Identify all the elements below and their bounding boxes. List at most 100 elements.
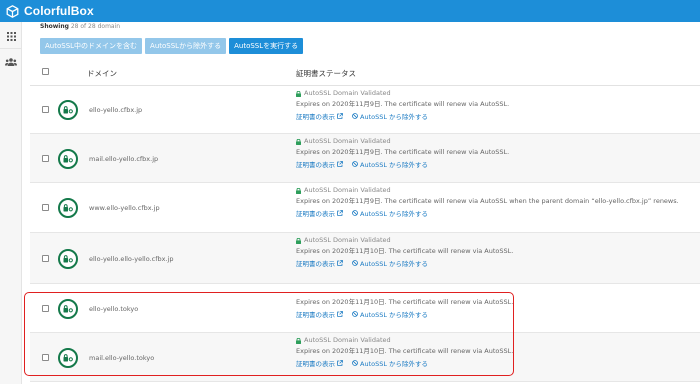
ban-icon xyxy=(352,259,358,266)
table-row: www.ello-yello.cfbx.jp AutoSSL Domain Val… xyxy=(30,183,700,233)
domain-name: www.ello-yello.cfbx.jp xyxy=(89,204,160,212)
row-checkbox[interactable] xyxy=(42,305,49,312)
exclude-autossl-link[interactable]: AutoSSL から除外する xyxy=(352,358,428,368)
exclude-autossl-link[interactable]: AutoSSL から除外する xyxy=(352,309,428,319)
status-text: AutoSSL Domain Validated xyxy=(304,89,391,97)
status-validated: AutoSSL Domain Validated xyxy=(296,136,700,147)
expiry-text: Expires on 2020年11月10日. The certificate … xyxy=(296,247,514,255)
domain-name: ello-yello.ello-yello.cfbx.jp xyxy=(89,255,174,263)
status-validated: AutoSSL Domain Validated xyxy=(296,235,700,246)
ban-icon xyxy=(352,310,358,317)
domain-name: ello-yello.tokyo xyxy=(89,305,139,313)
sidebar-divider xyxy=(0,48,22,49)
table-row: mail.ello-yello.tokyo AutoSSL Domain Vali… xyxy=(30,333,700,382)
status-validated: AutoSSL Domain Validated xyxy=(296,88,700,99)
status-text: AutoSSL Domain Validated xyxy=(304,137,391,145)
select-all-checkbox[interactable] xyxy=(42,68,49,75)
exclude-autossl-label: AutoSSL から除外する xyxy=(360,112,429,121)
cube-icon xyxy=(6,4,19,18)
exclude-autossl-link[interactable]: AutoSSL から除外する xyxy=(352,258,428,268)
padlock-icon xyxy=(296,90,301,97)
row-actions: 証明書の表示 AutoSSL から除外する xyxy=(296,357,700,368)
external-link-icon xyxy=(337,160,343,167)
exclude-autossl-link[interactable]: AutoSSL から除外する xyxy=(352,159,428,169)
padlock-icon xyxy=(296,187,301,194)
row-checkbox[interactable] xyxy=(42,106,49,113)
domain-name: ello-yello.cfbx.jp xyxy=(89,106,143,114)
row-checkbox[interactable] xyxy=(42,255,49,262)
run-autossl-button[interactable]: AutoSSLを実行する xyxy=(229,38,304,54)
table-row: ello-yello.tokyo Expires on 2020年11月10日. … xyxy=(30,284,700,333)
exclude-autossl-label: AutoSSL から除外する xyxy=(360,259,429,268)
ssl-status-icon xyxy=(58,299,78,319)
row-actions: 証明書の表示 AutoSSL から除外する xyxy=(296,207,700,218)
row-checkbox[interactable] xyxy=(42,354,49,361)
expiry-text: Expires on 2020年11月10日. The certificate … xyxy=(296,298,514,306)
exclude-autossl-link[interactable]: AutoSSL から除外する xyxy=(352,208,428,218)
ban-icon xyxy=(352,209,358,216)
include-autossl-button[interactable]: AutoSSL中のドメインを含む xyxy=(40,38,143,54)
exclude-autossl-link[interactable]: AutoSSL から除外する xyxy=(352,111,428,121)
view-certificate-label: 証明書の表示 xyxy=(296,310,335,319)
row-actions: 証明書の表示 AutoSSL から除外する xyxy=(296,257,700,268)
padlock-icon xyxy=(296,337,301,344)
view-certificate-link[interactable]: 証明書の表示 xyxy=(296,258,344,268)
column-header-domain: ドメイン xyxy=(87,69,117,78)
apps-grid-icon xyxy=(6,31,16,41)
view-certificate-link[interactable]: 証明書の表示 xyxy=(296,111,344,121)
view-certificate-link[interactable]: 証明書の表示 xyxy=(296,208,344,218)
sidebar-item-apps[interactable] xyxy=(3,28,19,44)
ssl-status-icon xyxy=(58,249,78,269)
showing-text: 28 of 28 domain xyxy=(70,23,121,30)
view-certificate-label: 証明書の表示 xyxy=(296,112,335,121)
expiry-text: Expires on 2020年11月9日. The certificate w… xyxy=(296,197,679,205)
domain-name: mail.ello-yello.tokyo xyxy=(89,354,155,362)
lock-icon xyxy=(63,155,73,163)
table-header: ドメイン 証明書ステータス xyxy=(30,58,700,86)
certificate-status: AutoSSL Domain Validated Expires on 2020年… xyxy=(296,335,700,368)
padlock-icon xyxy=(296,237,301,244)
lock-icon xyxy=(63,106,73,114)
view-certificate-label: 証明書の表示 xyxy=(296,259,335,268)
row-actions: 証明書の表示 AutoSSL から除外する xyxy=(296,158,700,169)
view-certificate-link[interactable]: 証明書の表示 xyxy=(296,309,344,319)
users-icon xyxy=(5,58,17,66)
external-link-icon xyxy=(337,259,343,266)
ban-icon xyxy=(352,359,358,366)
view-certificate-label: 証明書の表示 xyxy=(296,160,335,169)
external-link-icon xyxy=(337,209,343,216)
top-bar: ColorfulBox xyxy=(0,0,700,22)
external-link-icon xyxy=(337,310,343,317)
ssl-status-icon xyxy=(58,348,78,368)
external-link-icon xyxy=(337,112,343,119)
exclude-autossl-label: AutoSSL から除外する xyxy=(360,359,429,368)
app-title: ColorfulBox xyxy=(24,4,94,18)
showing-count: Showing 28 of 28 domain xyxy=(40,23,120,30)
padlock-icon xyxy=(296,138,301,145)
row-checkbox[interactable] xyxy=(42,204,49,211)
brand[interactable]: ColorfulBox xyxy=(6,3,94,19)
lock-icon xyxy=(63,255,73,263)
ban-icon xyxy=(352,160,358,167)
ban-icon xyxy=(352,112,358,119)
status-text: AutoSSL Domain Validated xyxy=(304,186,391,194)
sidebar-item-users[interactable] xyxy=(3,54,19,70)
view-certificate-link[interactable]: 証明書の表示 xyxy=(296,159,344,169)
ssl-status-icon xyxy=(58,149,78,169)
certificate-status: AutoSSL Domain Validated Expires on 2020年… xyxy=(296,88,700,121)
row-checkbox[interactable] xyxy=(42,155,49,162)
view-certificate-label: 証明書の表示 xyxy=(296,359,335,368)
view-certificate-link[interactable]: 証明書の表示 xyxy=(296,358,344,368)
exclude-autossl-label: AutoSSL から除外する xyxy=(360,160,429,169)
domain-name: mail.ello-yello.cfbx.jp xyxy=(89,155,159,163)
table-row: ello-yello.cfbx.jp AutoSSL Domain Validat… xyxy=(30,86,700,134)
lock-icon xyxy=(63,204,73,212)
ssl-status-icon xyxy=(58,198,78,218)
lock-icon xyxy=(63,354,73,362)
action-bar: AutoSSL中のドメインを含む AutoSSLから除外する AutoSSLを実… xyxy=(40,38,304,54)
expiry-text: Expires on 2020年11月9日. The certificate w… xyxy=(296,100,510,108)
exclude-autossl-button[interactable]: AutoSSLから除外する xyxy=(145,38,227,54)
sidebar xyxy=(0,22,22,384)
external-link-icon xyxy=(337,359,343,366)
status-validated: AutoSSL Domain Validated xyxy=(296,335,700,346)
